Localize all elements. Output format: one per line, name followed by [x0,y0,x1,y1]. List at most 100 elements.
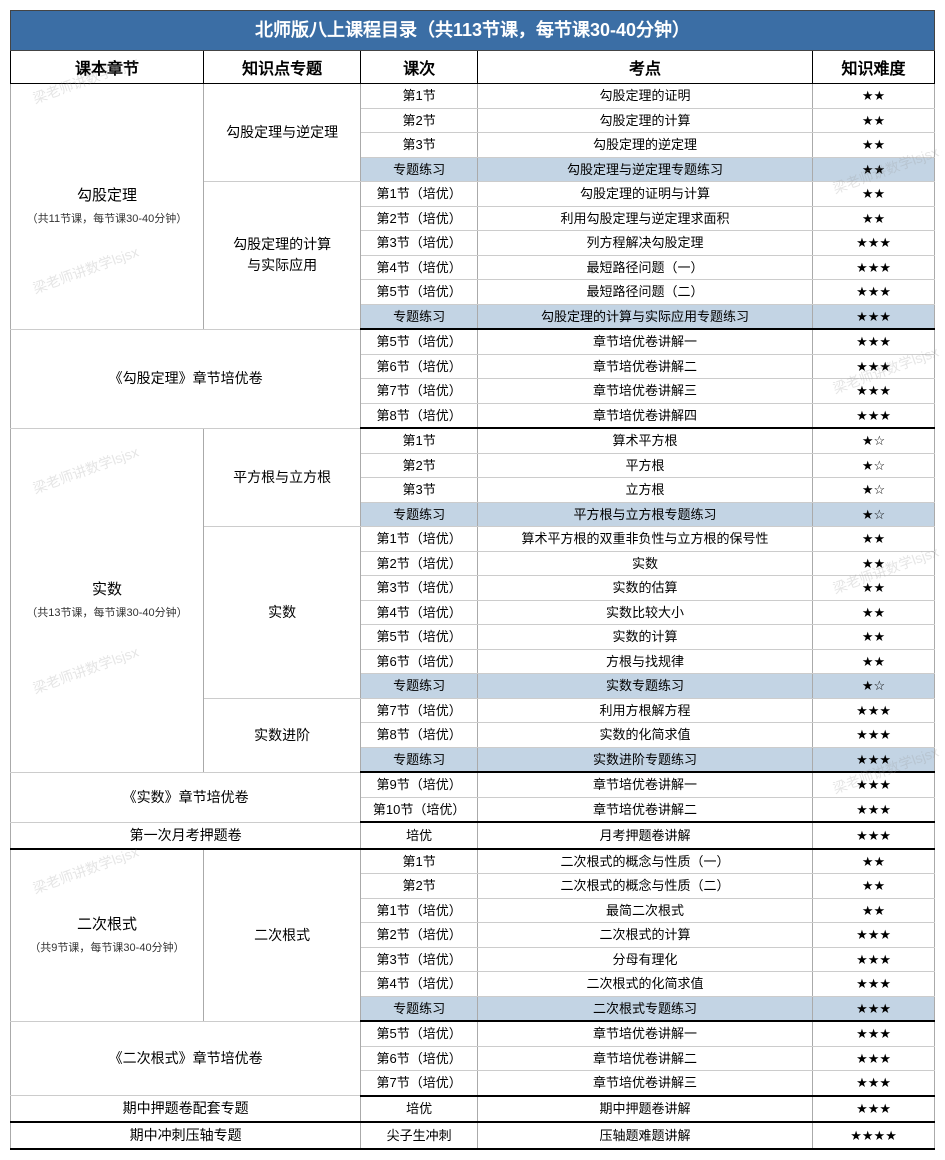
diff-cell: ★★★ [813,1021,935,1046]
lesson-cell: 第1节 [361,849,478,874]
point-cell: 立方根 [478,478,813,503]
lesson-cell: 第5节（培优） [361,1021,478,1046]
point-cell: 勾股定理的计算与实际应用专题练习 [478,304,813,329]
diff-cell: ★★ [813,108,935,133]
lesson-cell: 第2节 [361,108,478,133]
diff-cell: ★★★ [813,280,935,305]
point-cell: 实数的估算 [478,576,813,601]
diff-cell: ★☆ [813,674,935,699]
point-cell: 压轴题难题讲解 [478,1122,813,1149]
topic-cell: 实数 [203,527,360,699]
lesson-cell: 第5节（培优） [361,329,478,354]
diff-cell: ★★ [813,206,935,231]
exam-cell: 《实数》章节培优卷 [11,772,361,822]
diff-cell: ★★★ [813,354,935,379]
lesson-cell: 第5节（培优） [361,625,478,650]
diff-cell: ★★★ [813,255,935,280]
table-row: 《二次根式》章节培优卷 第5节（培优）章节培优卷讲解一★★★ [11,1021,935,1046]
table-row: 第一次月考押题卷 培优月考押题卷讲解★★★ [11,822,935,849]
lesson-cell: 培优 [361,822,478,849]
lesson-cell: 培优 [361,1096,478,1123]
lesson-cell: 第4节（培优） [361,972,478,997]
point-cell: 平方根与立方根专题练习 [478,502,813,527]
table-row: 期中冲刺压轴专题 尖子生冲刺压轴题难题讲解★★★★ [11,1122,935,1149]
exam-cell: 第一次月考押题卷 [11,822,361,849]
diff-cell: ★★★ [813,723,935,748]
lesson-cell: 第7节（培优） [361,698,478,723]
point-cell: 期中押题卷讲解 [478,1096,813,1123]
diff-cell: ★★★ [813,772,935,797]
diff-cell: ★★★ [813,972,935,997]
diff-cell: ★★★ [813,996,935,1021]
point-cell: 勾股定理的计算 [478,108,813,133]
point-cell: 勾股定理的逆定理 [478,133,813,158]
lesson-cell: 第1节（培优） [361,898,478,923]
point-cell: 利用方根解方程 [478,698,813,723]
point-cell: 最短路径问题（一） [478,255,813,280]
lesson-cell: 第7节（培优） [361,1071,478,1096]
lesson-cell: 第7节（培优） [361,379,478,404]
course-catalog-table: 北师版八上课程目录（共113节课，每节课30-40分钟） 课本章节 知识点专题 … [10,10,935,1150]
table-row: 《实数》章节培优卷 第9节（培优）章节培优卷讲解一★★★ [11,772,935,797]
diff-cell: ★★ [813,576,935,601]
lesson-cell: 第3节（培优） [361,231,478,256]
point-cell: 利用勾股定理与逆定理求面积 [478,206,813,231]
header-chapter: 课本章节 [11,51,204,84]
diff-cell: ★★ [813,849,935,874]
exam-cell: 期中押题卷配套专题 [11,1096,361,1123]
lesson-cell: 第6节（培优） [361,1046,478,1071]
topic-cell: 勾股定理与逆定理 [203,84,360,182]
chapter-sub: （共9节课，每节课30-40分钟） [15,940,199,957]
lesson-cell: 第1节（培优） [361,182,478,207]
diff-cell: ★★★ [813,797,935,822]
diff-cell: ★★★ [813,304,935,329]
point-cell: 实数的化简求值 [478,723,813,748]
point-cell: 章节培优卷讲解三 [478,1071,813,1096]
point-cell: 实数的计算 [478,625,813,650]
table-row: 期中押题卷配套专题 培优期中押题卷讲解★★★ [11,1096,935,1123]
diff-cell: ★★ [813,157,935,182]
lesson-cell: 第6节（培优） [361,649,478,674]
diff-cell: ★★★ [813,1046,935,1071]
chapter-name: 二次根式 [77,916,137,933]
diff-cell: ★★★ [813,822,935,849]
lesson-cell: 第2节（培优） [361,923,478,948]
point-cell: 章节培优卷讲解一 [478,1021,813,1046]
point-cell: 分母有理化 [478,947,813,972]
chapter-gougu: 勾股定理 （共11节课，每节课30-40分钟） [11,84,204,330]
lesson-cell: 第10节（培优） [361,797,478,822]
chapter-erci: 二次根式 （共9节课，每节课30-40分钟） [11,849,204,1022]
lesson-cell: 第8节（培优） [361,403,478,428]
point-cell: 章节培优卷讲解四 [478,403,813,428]
lesson-cell: 第4节（培优） [361,600,478,625]
lesson-cell: 第2节 [361,453,478,478]
table-row: 《勾股定理》章节培优卷 第5节（培优）章节培优卷讲解一★★★ [11,329,935,354]
table-row: 勾股定理 （共11节课，每节课30-40分钟） 勾股定理与逆定理 第1节 勾股定… [11,84,935,109]
lesson-cell: 专题练习 [361,502,478,527]
topic-cell: 实数进阶 [203,698,360,772]
chapter-shishu: 实数 （共13节课，每节课30-40分钟） [11,428,204,772]
lesson-cell: 第8节（培优） [361,723,478,748]
lesson-cell: 第1节 [361,428,478,453]
diff-cell: ★★★ [813,698,935,723]
diff-cell: ★★ [813,874,935,899]
lesson-cell: 第6节（培优） [361,354,478,379]
lesson-cell: 第2节（培优） [361,206,478,231]
point-cell: 章节培优卷讲解三 [478,379,813,404]
exam-cell: 《二次根式》章节培优卷 [11,1021,361,1096]
header-topic: 知识点专题 [203,51,360,84]
point-cell: 二次根式的化简求值 [478,972,813,997]
point-cell: 平方根 [478,453,813,478]
lesson-cell: 尖子生冲刺 [361,1122,478,1149]
table-row: 实数 （共13节课，每节课30-40分钟） 平方根与立方根 第1节算术平方根★☆ [11,428,935,453]
point-cell: 章节培优卷讲解二 [478,797,813,822]
lesson-cell: 专题练习 [361,747,478,772]
point-cell: 实数比较大小 [478,600,813,625]
lesson-cell: 第2节（培优） [361,551,478,576]
point-cell: 二次根式专题练习 [478,996,813,1021]
point-cell: 算术平方根 [478,428,813,453]
point-cell: 勾股定理的证明 [478,84,813,109]
point-cell: 章节培优卷讲解一 [478,772,813,797]
point-cell: 实数专题练习 [478,674,813,699]
point-cell: 实数 [478,551,813,576]
